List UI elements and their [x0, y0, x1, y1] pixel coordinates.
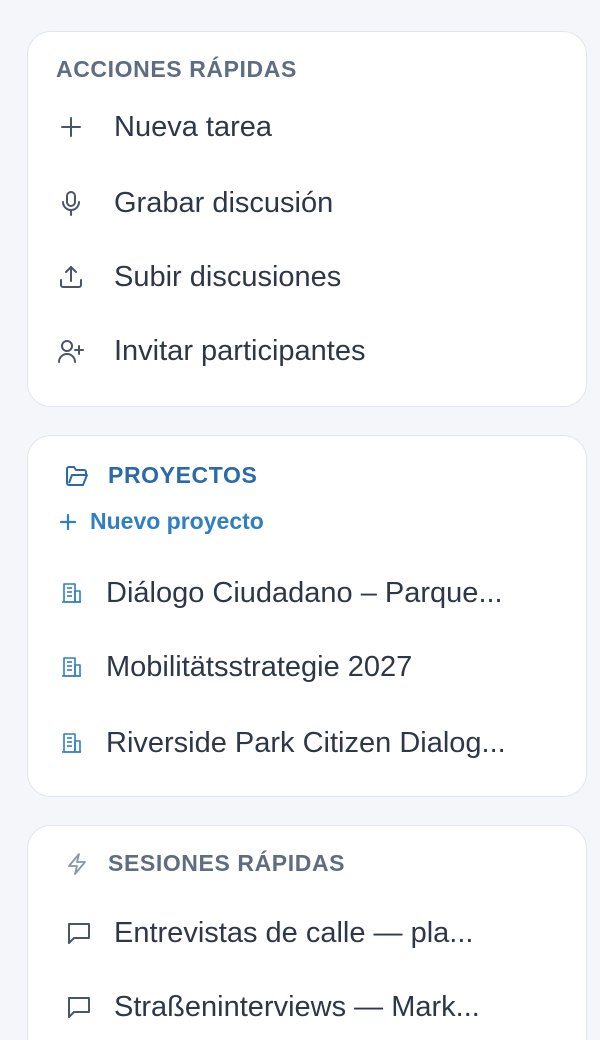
quick-actions-title: ACCIONES RÁPIDAS — [56, 56, 297, 82]
new-project-label: Nuevo proyecto — [90, 508, 264, 534]
project-label: Diálogo Ciudadano – Parque... — [106, 576, 503, 609]
new-project-button[interactable]: Nuevo proyecto — [58, 508, 264, 535]
record-discussion-button[interactable]: Grabar discusión — [56, 181, 333, 225]
invite-participants-label: Invitar participantes — [114, 334, 366, 367]
sessions-title: SESIONES RÁPIDAS — [108, 850, 346, 876]
building-icon — [56, 652, 86, 682]
folder-open-icon — [64, 463, 90, 489]
quick-actions-card: ACCIONES RÁPIDAS Nueva tarea Grabar disc… — [27, 31, 587, 407]
building-icon — [56, 728, 86, 758]
invite-participants-button[interactable]: Invitar participantes — [56, 329, 365, 373]
plus-icon — [56, 112, 86, 142]
upload-discussions-button[interactable]: Subir discusiones — [56, 255, 341, 299]
session-item[interactable]: Entrevistas de calle — pla... 1 — [64, 911, 514, 955]
project-item[interactable]: Diálogo Ciudadano – Parque... — [56, 571, 556, 615]
session-item[interactable]: Straßeninterviews — Mark... 1 — [64, 985, 514, 1029]
new-task-button[interactable]: Nueva tarea — [56, 105, 272, 149]
projects-title: PROYECTOS — [108, 462, 258, 488]
quick-sessions-card: SESIONES RÁPIDAS Entrevistas de calle — … — [27, 825, 587, 1040]
project-label: Mobilitätsstrategie 2027 — [106, 650, 413, 683]
projects-header: PROYECTOS — [64, 462, 257, 489]
session-label: Straßeninterviews — Mark... — [114, 990, 480, 1023]
building-icon — [56, 578, 86, 608]
message-square-icon — [64, 992, 94, 1022]
session-label: Entrevistas de calle — pla... — [114, 916, 474, 949]
projects-card: PROYECTOS Nuevo proyecto Diálogo Ciudada… — [27, 435, 587, 797]
project-label: Riverside Park Citizen Dialog... — [106, 726, 506, 759]
new-task-label: Nueva tarea — [114, 110, 272, 143]
record-discussion-label: Grabar discusión — [114, 186, 334, 219]
plus-icon — [58, 512, 78, 532]
upload-discussions-label: Subir discusiones — [114, 260, 342, 293]
upload-icon — [56, 262, 86, 292]
project-item[interactable]: Riverside Park Citizen Dialog... — [56, 721, 556, 765]
microphone-icon — [56, 188, 86, 218]
sessions-header: SESIONES RÁPIDAS — [64, 850, 345, 877]
lightning-icon — [64, 851, 90, 877]
message-square-icon — [64, 918, 94, 948]
project-item[interactable]: Mobilitätsstrategie 2027 — [56, 645, 556, 689]
user-plus-icon — [56, 336, 86, 366]
